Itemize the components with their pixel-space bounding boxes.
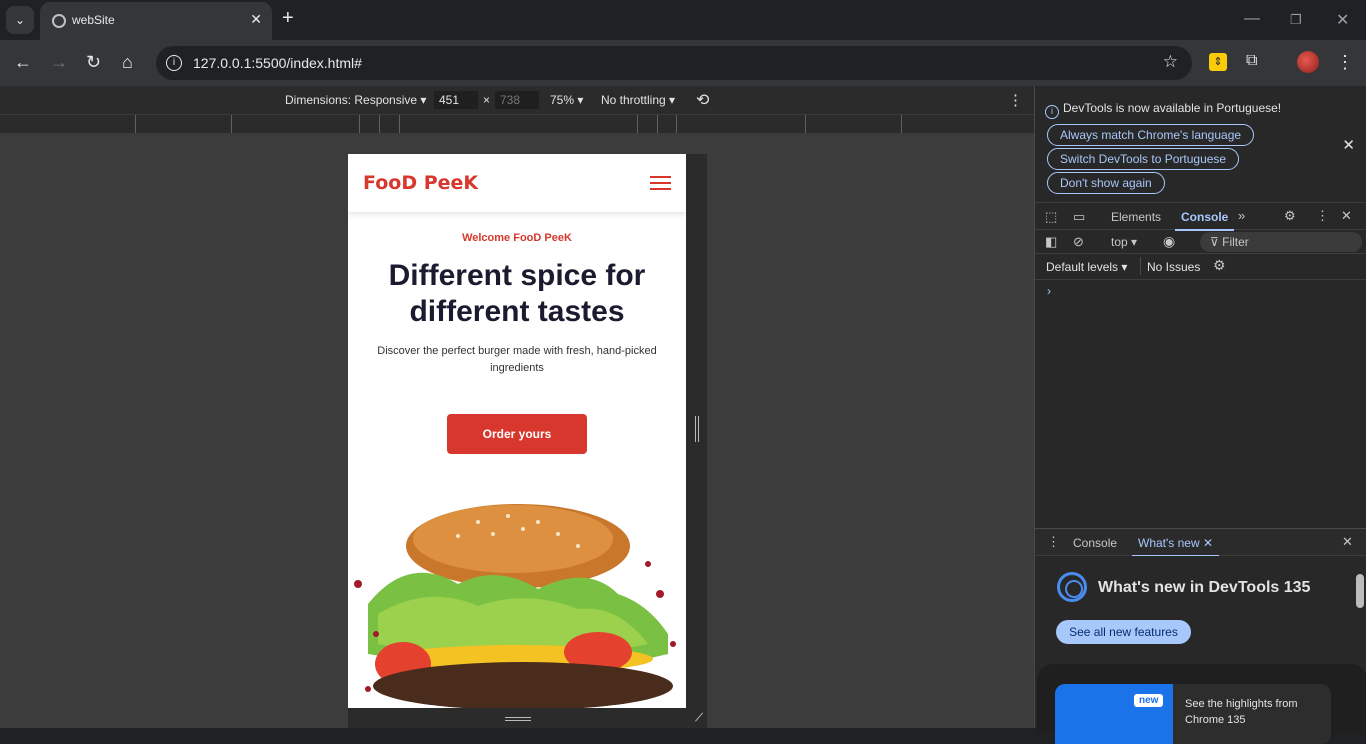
- close-tab-icon[interactable]: ✕: [250, 11, 262, 28]
- globe-icon: [52, 14, 66, 28]
- console-levels-bar: Default levels ▾ No Issues ⚙: [1035, 254, 1366, 280]
- settings-gear-icon[interactable]: ⚙: [1284, 208, 1296, 224]
- browser-toolbar: ← → ↻ ⌂ i 127.0.0.1:5500/index.html# ☆ ⇕…: [0, 40, 1366, 86]
- burger-image: [354, 504, 676, 708]
- page-viewport: Dimensions: Responsive ▾ 451 × 738 75% ▾…: [0, 86, 1034, 728]
- minimize-button[interactable]: —: [1244, 10, 1260, 28]
- more-tabs-icon[interactable]: »: [1238, 208, 1245, 223]
- back-button[interactable]: ←: [14, 52, 32, 72]
- close-drawer-icon[interactable]: ✕: [1342, 534, 1353, 550]
- whats-new-panel: What's new in DevTools 135 See all new f…: [1035, 556, 1366, 744]
- resize-handle-right[interactable]: [686, 154, 707, 708]
- rotate-icon[interactable]: ⟲: [696, 90, 709, 110]
- close-devtools-icon[interactable]: ✕: [1341, 208, 1352, 224]
- throttling-dropdown[interactable]: No throttling ▾: [601, 93, 675, 107]
- console-toolbar: ◧ ⊘ top ▾ ◉ ⊽ Filter: [1035, 230, 1366, 254]
- zoom-dropdown[interactable]: 75% ▾: [550, 93, 583, 107]
- tab-elements[interactable]: Elements: [1111, 210, 1161, 224]
- context-dropdown[interactable]: top ▾: [1111, 235, 1137, 249]
- bookmark-star-icon[interactable]: ☆: [1163, 52, 1178, 72]
- chrome-menu-icon[interactable]: ⋮: [1336, 52, 1354, 73]
- site-logo[interactable]: FooD PeeK: [363, 172, 478, 194]
- devtools-tabbar: ⬚ ▭ Elements Console » ⚙ ⋮ ✕: [1035, 202, 1366, 231]
- width-input[interactable]: 451: [434, 91, 478, 109]
- site-info-icon[interactable]: i: [166, 55, 182, 71]
- hero-description: Discover the perfect burger made with fr…: [377, 345, 657, 374]
- filter-input[interactable]: ⊽ Filter: [1200, 232, 1362, 252]
- address-bar[interactable]: i 127.0.0.1:5500/index.html# ☆: [156, 46, 1192, 80]
- site-header: FooD PeeK: [348, 154, 686, 212]
- whats-new-title: What's new in DevTools 135: [1098, 579, 1311, 596]
- log-levels-dropdown[interactable]: Default levels ▾: [1046, 260, 1127, 274]
- scrollbar-thumb[interactable]: [1356, 574, 1364, 608]
- always-match-language-button[interactable]: Always match Chrome's language: [1047, 124, 1255, 146]
- drawer-menu-icon[interactable]: ⋮: [1047, 534, 1060, 550]
- dimensions-dropdown[interactable]: Dimensions: Responsive ▾: [285, 93, 426, 107]
- extensions-puzzle-icon[interactable]: ⧉: [1246, 52, 1257, 70]
- more-options-icon[interactable]: ⋮: [1008, 91, 1023, 109]
- console-prompt-icon[interactable]: ›: [1047, 284, 1051, 298]
- devtools-panel: i DevTools is now available in Portuguese…: [1034, 86, 1366, 744]
- sidebar-toggle-icon[interactable]: ◧: [1045, 234, 1057, 250]
- new-tab-button[interactable]: +: [282, 8, 294, 28]
- inspect-element-icon[interactable]: ⬚: [1045, 209, 1057, 225]
- hero-welcome: Welcome FooD PeeK: [462, 232, 572, 244]
- hamburger-menu-icon[interactable]: [650, 176, 671, 190]
- video-thumbnail[interactable]: new: [1055, 684, 1173, 744]
- clear-console-icon[interactable]: ⊘: [1073, 234, 1084, 250]
- console-settings-icon[interactable]: ⚙: [1213, 257, 1226, 274]
- info-icon: i: [1045, 105, 1059, 119]
- close-window-button[interactable]: ✕: [1336, 10, 1349, 30]
- restore-button[interactable]: ❐: [1290, 12, 1302, 28]
- highlights-link[interactable]: new See the highlights from Chrome 135: [1055, 684, 1331, 744]
- height-input[interactable]: 738: [495, 91, 539, 109]
- issues-count[interactable]: No Issues: [1147, 260, 1200, 274]
- profile-avatar[interactable]: [1297, 51, 1319, 73]
- notice-heading: i DevTools is now available in Portuguese…: [1045, 101, 1281, 119]
- hero-title: Different spice for different tastes: [388, 259, 646, 328]
- customize-icon[interactable]: ⋮: [1316, 208, 1329, 224]
- divider: [1140, 257, 1141, 275]
- resize-handle-bottom[interactable]: ⟋: [348, 708, 707, 728]
- device-toggle-icon[interactable]: ▭: [1073, 209, 1085, 225]
- chrome-devtools-logo-icon: [1057, 572, 1087, 602]
- media-query-ruler: [0, 114, 1034, 134]
- drawer-tab-whats-new[interactable]: What's new ✕: [1131, 536, 1220, 557]
- tab-search-button[interactable]: ⌄: [6, 6, 34, 34]
- close-notice-icon[interactable]: ✕: [1342, 136, 1355, 154]
- extension-icon[interactable]: ⇕: [1209, 53, 1227, 71]
- drawer-tab-console[interactable]: Console: [1073, 536, 1117, 550]
- browser-tab[interactable]: webSite ✕: [40, 2, 272, 40]
- emulated-page: FooD PeeK Welcome FooD PeeK Different sp…: [348, 154, 686, 708]
- dont-show-again-button[interactable]: Don't show again: [1047, 172, 1165, 194]
- device-toolbar: Dimensions: Responsive ▾ 451 × 738 75% ▾…: [0, 86, 1034, 114]
- home-button[interactable]: ⌂: [122, 52, 133, 72]
- drawer-tabbar: ⋮ Console What's new ✕ ✕: [1035, 528, 1366, 557]
- filter-icon: ⊽: [1210, 235, 1223, 249]
- language-notice: i DevTools is now available in Portuguese…: [1035, 86, 1366, 202]
- tab-strip: ⌄ webSite ✕ + — ❐ ✕: [0, 0, 1366, 40]
- resize-corner-icon[interactable]: ⟋: [695, 712, 703, 725]
- times-separator: ×: [483, 93, 491, 107]
- tab-title: webSite: [72, 13, 115, 27]
- order-button[interactable]: Order yours: [447, 414, 587, 454]
- switch-language-button[interactable]: Switch DevTools to Portuguese: [1047, 148, 1240, 170]
- highlights-text: See the highlights from Chrome 135: [1185, 698, 1298, 726]
- url-text: 127.0.0.1:5500/index.html#: [193, 55, 362, 71]
- new-badge: new: [1134, 694, 1164, 707]
- forward-button[interactable]: →: [50, 52, 68, 72]
- reload-button[interactable]: ↻: [86, 52, 101, 72]
- live-expression-eye-icon[interactable]: ◉: [1163, 233, 1175, 250]
- tab-console[interactable]: Console: [1174, 210, 1235, 231]
- highlights-card: new See the highlights from Chrome 135: [1037, 664, 1366, 744]
- see-all-features-button[interactable]: See all new features: [1056, 620, 1191, 644]
